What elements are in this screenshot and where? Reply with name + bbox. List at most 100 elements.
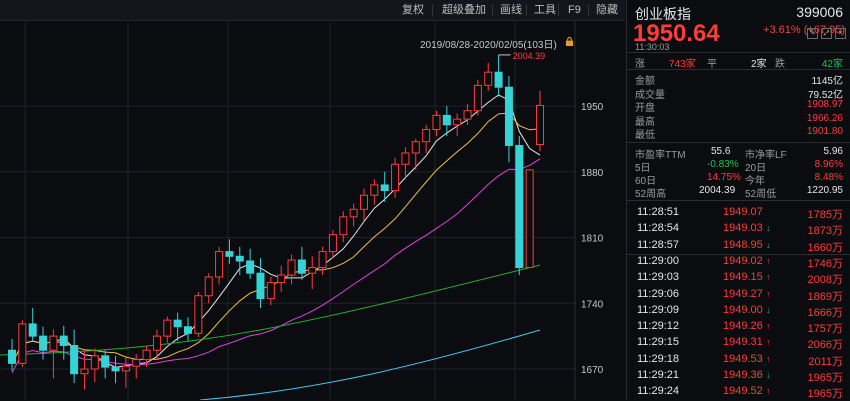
breadth-down-count: 42家 [821,59,843,70]
kline-chart[interactable]: 1950 1880 1810 1740 1670 2004.39 [0,0,625,400]
tick-price: 1949.03 [723,222,763,235]
arrow-down-icon: ↓ [766,304,771,315]
tick-volume: 1965万 [807,388,843,401]
breadth-up-count: 743家 [669,59,696,70]
tick-row[interactable]: 11:29:21 1949.36 ↓ 1965万 [627,367,850,385]
candle-body [297,259,306,274]
candle-body [473,84,482,112]
tick-time: 11:29:24 [637,385,680,398]
expand-icon[interactable]: ⤢ [821,28,832,39]
chart-toolbar: 复权 超级叠加 画线 工具 F9 隐藏 [0,0,625,21]
candle-body [49,335,58,351]
tb-hide-button[interactable]: 隐藏 [590,0,624,20]
tick-row[interactable]: 11:29:24 1949.52 ↑ 1965万 [627,383,850,401]
lock-icon[interactable] [565,37,574,46]
tick-row[interactable]: 11:29:18 1949.53 ↑ 2011万 [627,351,850,369]
52w-high-label: 52周高 [635,189,667,200]
candle-body [328,234,337,253]
tick-price: 1949.53 [723,352,763,365]
ma120-line [199,329,541,400]
tick-time: 11:29:21 [637,369,680,381]
candle-body [80,368,89,375]
tick-price: 1949.52 [723,385,763,398]
candle-body [422,128,431,143]
y-tick-label: 1880 [581,168,604,179]
pe-value: 55.6 [711,146,731,157]
candle-body [401,152,410,165]
arrow-down-icon: ↓ [766,370,771,380]
candle-body [370,184,379,196]
candle-body [411,141,420,154]
edit-icon[interactable]: ✎ [807,28,818,39]
tick-row[interactable]: 11:29:06 1949.27 ↑ 1869万 [627,286,850,304]
breadth-up-label: 涨 [635,59,645,70]
60d-value: 14.75% [707,172,741,183]
arrow-down-icon: ↓ [766,223,771,234]
candle-body [380,184,389,192]
candle-body [111,366,120,372]
candle-body [308,267,317,274]
tb-f9-button[interactable]: F9 [562,0,587,20]
candle-body [349,208,358,218]
candle-body [391,163,400,192]
tick-time: 11:29:06 [637,287,680,300]
52w-low-value: 1220.95 [806,185,843,196]
tick-row[interactable]: 11:28:57 1948.95 ↓ 1660万 [627,237,850,255]
candle-body [173,319,182,328]
candle-body [184,326,192,334]
candle-body [163,319,172,337]
candle-body [101,355,110,368]
breadth-flat-label: 平 [707,59,717,70]
tick-row[interactable]: 11:29:00 1949.02 ↑ 1746万 [627,253,850,271]
candle-body [152,335,161,351]
candle-body [39,335,48,351]
breadth-flat-count: 2家 [751,59,767,70]
stat-row: 成交量 79.52亿 [627,86,850,101]
candle-body [453,118,462,126]
tick-price: 1949.15 [723,271,763,284]
candle-body [442,114,451,126]
tick-price: 1949.31 [723,336,763,349]
arrow-up-icon: ↑ [766,337,771,348]
tick-row[interactable]: 11:28:51 1949.07 1785万 [627,204,850,222]
candle-body [204,276,213,297]
high-annotation: 2004.39 [513,51,546,61]
stat-value: 1966.26 [806,112,843,124]
arrow-up-icon: ↑ [766,386,771,397]
market-breadth: 涨 743家 平 2家 跌 42家 [627,55,850,70]
tick-price: 1949.26 [723,320,763,333]
tick-row[interactable]: 11:28:54 1949.03 ↓ 1873万 [627,220,850,238]
arrow-up-icon: ↑ [766,353,771,364]
candle-body [525,169,534,269]
tick-time: 11:29:00 [637,254,680,267]
candle-body [8,349,16,364]
candle-body [18,323,27,364]
tick-row[interactable]: 11:29:15 1949.31 ↑ 2066万 [627,334,850,352]
pb-value: 5.96 [823,146,843,157]
candle-body [360,194,368,210]
tick-time: 11:29:09 [637,303,680,316]
y-tick-label: 1740 [581,299,604,310]
tb-super-overlay-button[interactable]: 超级叠加 [436,0,492,20]
tick-price: 1949.27 [723,287,763,300]
candle-body [463,110,472,120]
candle-body [215,251,224,278]
close-icon[interactable]: × [835,28,846,39]
tick-row[interactable]: 11:29:03 1949.15 ↑ 2008万 [627,269,850,287]
tick-time: 11:28:51 [637,206,680,218]
stat-label: 最低 [635,130,655,141]
index-code: 399006 [796,4,843,20]
tb-fuquan-button[interactable]: 复权 [396,0,430,20]
tb-draw-line-button[interactable]: 画线 [494,0,528,20]
candle-body [318,251,327,269]
5d-value: -0.83% [707,159,739,170]
tick-row[interactable]: 11:29:12 1949.26 ↑ 1757万 [627,318,850,336]
kline-chart-panel[interactable]: 1950 1880 1810 1740 1670 2004.39 复权 超级叠加 画线 工… [0,0,625,400]
tick-row[interactable]: 11:29:09 1949.00 ↓ 1666万 [627,302,850,320]
tick-price: 1948.95 [723,238,763,251]
candle-body [494,71,503,88]
tb-tools-button[interactable]: 工具 [528,0,562,20]
arrow-down-icon: ↓ [766,239,771,250]
stat-row: 最高 1966.26 [627,112,850,128]
candle-body [70,345,79,375]
